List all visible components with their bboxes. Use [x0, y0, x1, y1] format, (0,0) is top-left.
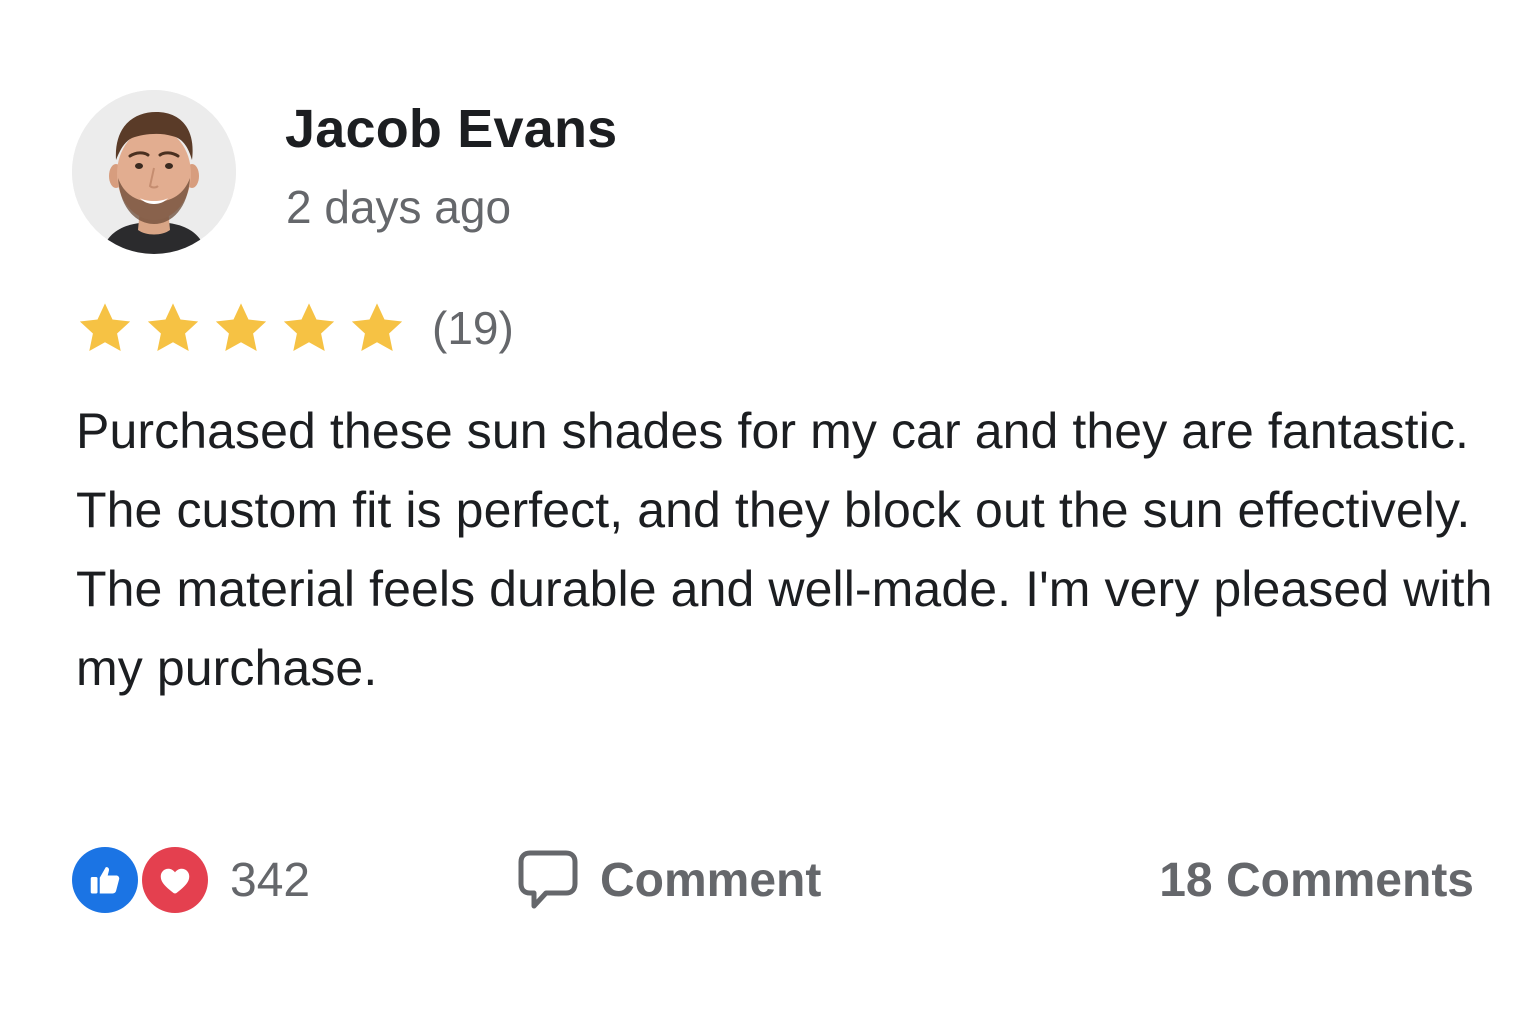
stars-container: [76, 299, 416, 357]
user-avatar-photo: [72, 90, 236, 254]
comment-bubble-icon: [518, 849, 578, 911]
review-timestamp[interactable]: 2 days ago: [286, 180, 511, 234]
comments-count-link[interactable]: 18 Comments: [1159, 846, 1474, 914]
rating-count: (19): [432, 302, 514, 354]
star-icon: [348, 299, 406, 357]
star-icon: [212, 299, 270, 357]
reactions-summary[interactable]: 342: [72, 846, 310, 914]
star-icon: [76, 299, 134, 357]
star-icon: [144, 299, 202, 357]
star-rating: (19): [76, 296, 514, 360]
love-icon: [142, 847, 208, 913]
like-icon: [72, 847, 138, 913]
review-card: Jacob Evans 2 days ago (19) Purchased th…: [0, 0, 1536, 1024]
comment-button[interactable]: Comment: [518, 846, 821, 914]
review-footer: 342 Comment 18 Comments: [72, 846, 1474, 914]
reaction-count: 342: [230, 853, 311, 907]
comment-button-label: Comment: [600, 853, 822, 907]
review-text: Purchased these sun shades for my car an…: [76, 403, 1493, 696]
author-name[interactable]: Jacob Evans: [285, 98, 617, 160]
star-icon: [280, 299, 338, 357]
avatar[interactable]: [72, 90, 236, 254]
